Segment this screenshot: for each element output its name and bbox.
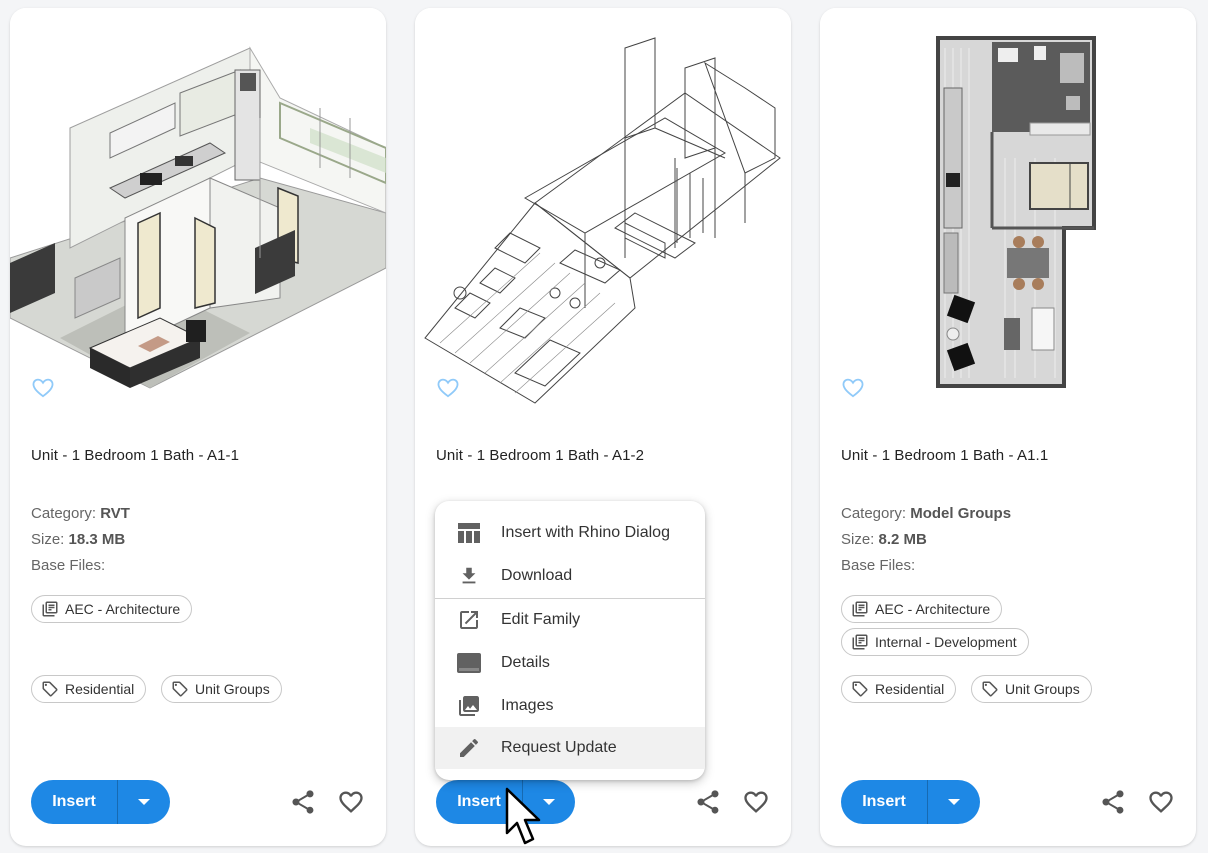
isometric-linework-image (415, 8, 791, 408)
insert-split-button: Insert (31, 780, 170, 824)
size-row: Size: 8.2 MB (841, 531, 927, 548)
size-value: 18.3 MB (68, 531, 126, 548)
library-chip[interactable]: AEC - Architecture (841, 595, 1003, 623)
insert-split-button: Insert (841, 780, 980, 824)
menu-item-label: Edit Family (501, 611, 581, 628)
library-chip[interactable]: AEC - Architecture (31, 595, 193, 623)
asset-card[interactable]: Unit - 1 Bedroom 1 Bath - A1.1 Category:… (820, 8, 1196, 846)
floor-plan-image (820, 8, 1196, 408)
menu-item-label: Details (501, 654, 550, 671)
menu-item-label: Download (501, 567, 573, 584)
category-value: Model Groups (910, 505, 1012, 522)
tag-chip-label: Residential (875, 681, 945, 697)
asset-title: Unit - 1 Bedroom 1 Bath - A1-2 (436, 447, 645, 464)
insert-options-menu: Insert with Rhino Dialog Download Edit F… (435, 501, 705, 780)
library-chip-label: Internal - Development (875, 634, 1017, 650)
asset-title: Unit - 1 Bedroom 1 Bath - A1-1 (31, 447, 240, 464)
library-books-icon (852, 601, 868, 617)
tag-chip[interactable]: Unit Groups (161, 675, 282, 703)
tag-icon (982, 681, 998, 697)
menu-item-label: Insert with Rhino Dialog (501, 524, 670, 541)
menu-item-images[interactable]: Images (435, 685, 705, 727)
tag-icon (172, 681, 188, 697)
insert-button[interactable]: Insert (31, 780, 117, 824)
category-value: RVT (100, 505, 130, 522)
asset-card[interactable]: Unit - 1 Bedroom 1 Bath - A1-1 Category:… (10, 8, 386, 846)
menu-item-label: Request Update (501, 739, 617, 756)
menu-item-details[interactable]: Details (435, 642, 705, 684)
image-library-icon (456, 693, 482, 719)
open-external-icon (456, 607, 482, 633)
asset-thumbnail[interactable] (10, 8, 386, 408)
caret-down-icon (948, 799, 960, 805)
share-icon[interactable] (694, 788, 722, 816)
size-row: Size: 18.3 MB (31, 531, 125, 548)
category-label: Category: (31, 505, 97, 522)
library-books-icon (852, 634, 868, 650)
details-panel-icon (456, 650, 482, 676)
asset-title: Unit - 1 Bedroom 1 Bath - A1.1 (841, 447, 1049, 464)
share-icon[interactable] (289, 788, 317, 816)
tag-chip[interactable]: Residential (841, 675, 957, 703)
favorite-heart-icon[interactable] (437, 378, 459, 398)
favorite-heart-icon[interactable] (337, 788, 365, 816)
category-label: Category: (841, 505, 907, 522)
tag-chip[interactable]: Residential (31, 675, 147, 703)
asset-thumbnail[interactable] (415, 8, 791, 408)
menu-item-request-update[interactable]: Request Update (435, 727, 705, 769)
size-label: Size: (841, 531, 875, 548)
insert-dropdown-button[interactable] (928, 780, 980, 824)
tag-chip[interactable]: Unit Groups (971, 675, 1092, 703)
favorite-heart-icon[interactable] (32, 378, 54, 398)
base-files-label: Base Files: (31, 557, 106, 574)
library-books-icon (42, 601, 58, 617)
menu-item-edit-family[interactable]: Edit Family (435, 599, 705, 641)
tag-chip-label: Residential (65, 681, 135, 697)
favorite-heart-icon[interactable] (842, 378, 864, 398)
category-row: Category: RVT (31, 505, 130, 522)
category-row: Category: Model Groups (841, 505, 1011, 522)
base-files-label: Base Files: (841, 557, 916, 574)
tag-icon (852, 681, 868, 697)
pencil-icon (456, 735, 482, 761)
isometric-render-image (10, 8, 386, 408)
tag-icon (42, 681, 58, 697)
download-icon (456, 563, 482, 589)
library-chip[interactable]: Internal - Development (841, 628, 1029, 656)
menu-item-insert-with-rhino-dialog[interactable]: Insert with Rhino Dialog (435, 512, 705, 554)
favorite-heart-icon[interactable] (742, 788, 770, 816)
library-chip-label: AEC - Architecture (875, 601, 991, 617)
table-layout-icon (456, 520, 482, 546)
insert-dropdown-button[interactable] (118, 780, 170, 824)
tag-chip-label: Unit Groups (1005, 681, 1080, 697)
mouse-pointer-icon (505, 787, 541, 845)
asset-thumbnail[interactable] (820, 8, 1196, 408)
size-value: 8.2 MB (878, 531, 927, 548)
tag-chip-label: Unit Groups (195, 681, 270, 697)
menu-item-label: Images (501, 697, 554, 714)
size-label: Size: (31, 531, 65, 548)
library-chip-label: AEC - Architecture (65, 601, 181, 617)
favorite-heart-icon[interactable] (1147, 788, 1175, 816)
insert-button[interactable]: Insert (841, 780, 927, 824)
share-icon[interactable] (1099, 788, 1127, 816)
caret-down-icon (138, 799, 150, 805)
menu-item-download[interactable]: Download (435, 555, 705, 597)
